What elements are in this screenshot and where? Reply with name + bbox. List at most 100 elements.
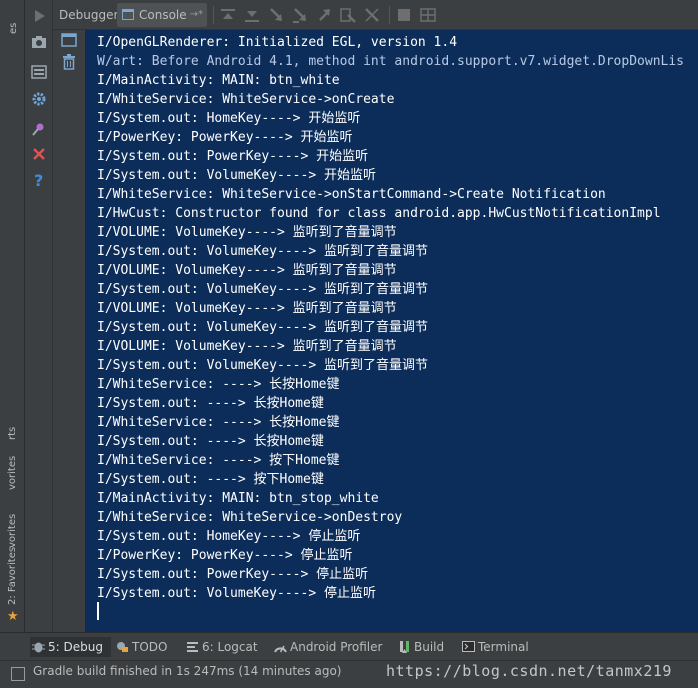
- tab-android-profiler-label: Android Profiler: [290, 640, 383, 654]
- text-caret: [97, 602, 99, 620]
- console-line: I/System.out: VolumeKey----> 监听到了音量调节: [97, 358, 428, 373]
- camera-icon: [32, 36, 46, 48]
- todo-icon: [117, 642, 128, 652]
- console-line: I/OpenGLRenderer: Initialized EGL, versi…: [97, 35, 458, 50]
- console-output[interactable]: I/OpenGLRenderer: Initialized EGL, versi…: [85, 30, 698, 632]
- tab-todo-label: TODO: [132, 640, 168, 654]
- status-bar: Gradle build finished in 1s 247ms (14 mi…: [0, 660, 698, 688]
- left-tool-stripe: es vorites rts 2: Favorites vorites ★: [0, 0, 25, 632]
- toolbar-divider: [389, 6, 390, 24]
- tab-terminal-label: Terminal: [478, 640, 529, 654]
- logcat-icon: [187, 642, 198, 652]
- console-line: I/System.out: ----> 按下Home键: [97, 472, 324, 487]
- console-line: W/art: Before Android 4.1, method int an…: [97, 54, 684, 69]
- watermark-url: https://blog.csdn.net/tanmx219: [386, 662, 672, 680]
- stripe-structure-cut[interactable]: rts: [7, 427, 18, 440]
- console-line: I/VOLUME: VolumeKey----> 监听到了音量调节: [97, 225, 397, 240]
- console-line: I/PowerKey: PowerKey----> 开始监听: [97, 130, 353, 145]
- step-over-icon[interactable]: [243, 6, 261, 24]
- console-line: I/HwCust: Constructor found for class an…: [97, 206, 661, 221]
- svg-text:?: ?: [34, 172, 43, 188]
- stripe-favorites-cut-2[interactable]: vorites: [7, 514, 18, 548]
- toolbar-divider: [213, 6, 214, 24]
- console-line: I/VOLUME: VolumeKey----> 监听到了音量调节: [97, 263, 397, 278]
- run-to-cursor-icon[interactable]: [339, 6, 357, 24]
- show-execution-point-icon[interactable]: [219, 6, 237, 24]
- evaluate-expression-icon[interactable]: [395, 6, 413, 24]
- console-layout-icon: [61, 33, 77, 47]
- debugger-side-toolbar: ?: [25, 0, 53, 632]
- tab-todo[interactable]: TODO: [114, 637, 167, 657]
- status-message[interactable]: Gradle build finished in 1s 247ms (14 mi…: [33, 661, 342, 681]
- gear-icon: [32, 92, 46, 106]
- console-line: I/WhiteService: WhiteService->onStartCom…: [97, 187, 606, 202]
- console-line: I/System.out: ----> 长按Home键: [97, 434, 324, 449]
- stripe-favorites-cut-1[interactable]: vorites: [7, 456, 18, 490]
- bottom-tool-bar: 5: Debug TODO 6: Logcat Android Profiler…: [0, 632, 698, 660]
- tab-android-profiler[interactable]: Android Profiler: [272, 637, 382, 657]
- debug-tab-bar: Debugger Console →*: [53, 0, 698, 30]
- tab-logcat-label: 6: Logcat: [202, 640, 258, 654]
- tab-build[interactable]: Build: [396, 637, 444, 657]
- console-toolbar: [53, 30, 85, 632]
- stripe-label-top[interactable]: es: [8, 23, 19, 34]
- console-line: I/System.out: HomeKey----> 开始监听: [97, 111, 361, 126]
- help-icon: ?: [34, 172, 43, 188]
- camera-button[interactable]: [29, 32, 49, 52]
- console-line: I/WhiteService: ----> 长按Home键: [97, 377, 340, 392]
- layout-icon: [31, 65, 47, 79]
- stripe-favorites-tab[interactable]: 2: Favorites: [7, 547, 18, 605]
- console-line: I/System.out: PowerKey----> 开始监听: [97, 149, 369, 164]
- tab-console[interactable]: Console →*: [117, 3, 207, 27]
- force-step-into-icon[interactable]: [291, 6, 309, 24]
- build-icon: [400, 641, 409, 653]
- play-icon: [35, 10, 45, 22]
- console-line: I/MainActivity: MAIN: btn_white: [97, 73, 340, 88]
- pin-tab-button[interactable]: [29, 119, 49, 139]
- clear-all-button[interactable]: [59, 52, 79, 72]
- tool-windows-toggle-icon[interactable]: [11, 667, 25, 681]
- pin-icon: [32, 123, 44, 136]
- resume-program-button[interactable]: [29, 6, 49, 26]
- step-into-icon[interactable]: [267, 6, 285, 24]
- favorites-star-icon: ★: [7, 609, 19, 624]
- ide-window: es vorites rts 2: Favorites vorites ★ ?: [0, 0, 698, 688]
- console-line: I/System.out: VolumeKey----> 监听到了音量调节: [97, 244, 428, 259]
- help-button[interactable]: ?: [29, 170, 49, 190]
- tab-debug[interactable]: 5: Debug: [30, 637, 111, 657]
- tab-debugger[interactable]: Debugger: [59, 3, 118, 27]
- console-line: I/WhiteService: WhiteService->onDestroy: [97, 510, 403, 525]
- close-button[interactable]: [29, 144, 49, 164]
- console-line: I/System.out: ----> 长按Home键: [97, 396, 324, 411]
- profiler-icon: [274, 645, 287, 653]
- console-line: I/System.out: PowerKey----> 停止监听: [97, 567, 369, 582]
- console-line: I/System.out: VolumeKey----> 开始监听: [97, 168, 376, 183]
- console-line: I/System.out: VolumeKey----> 停止监听: [97, 586, 376, 601]
- terminal-icon: [462, 641, 475, 652]
- drop-frame-icon[interactable]: [363, 6, 381, 24]
- console-line: I/WhiteService: WhiteService->onCreate: [97, 92, 395, 107]
- console-layout-button[interactable]: [59, 30, 79, 50]
- tab-build-label: Build: [414, 640, 445, 654]
- step-out-icon[interactable]: [315, 6, 333, 24]
- console-line: I/WhiteService: ----> 按下Home键: [97, 453, 340, 468]
- tab-logcat[interactable]: 6: Logcat: [184, 637, 258, 657]
- tab-terminal[interactable]: Terminal: [460, 637, 529, 657]
- console-line: I/WhiteService: ----> 长按Home键: [97, 415, 340, 430]
- bug-icon: [32, 642, 45, 653]
- watches-icon[interactable]: [419, 6, 437, 24]
- tab-debug-label: 5: Debug: [48, 640, 103, 654]
- console-line: I/System.out: VolumeKey----> 监听到了音量调节: [97, 320, 428, 335]
- close-icon: [33, 148, 45, 160]
- console-line: I/VOLUME: VolumeKey----> 监听到了音量调节: [97, 301, 397, 316]
- tab-console-label: Console: [139, 8, 187, 22]
- console-line: I/System.out: VolumeKey----> 监听到了音量调节: [97, 282, 428, 297]
- console-line: I/PowerKey: PowerKey----> 停止监听: [97, 548, 353, 563]
- settings-button[interactable]: [29, 89, 49, 109]
- console-icon: [122, 9, 134, 20]
- layout-button[interactable]: [29, 62, 49, 82]
- tab-console-pin[interactable]: →*: [190, 3, 203, 27]
- console-line: I/MainActivity: MAIN: btn_stop_white: [97, 491, 379, 506]
- trash-icon: [63, 54, 75, 70]
- console-line: I/VOLUME: VolumeKey----> 监听到了音量调节: [97, 339, 397, 354]
